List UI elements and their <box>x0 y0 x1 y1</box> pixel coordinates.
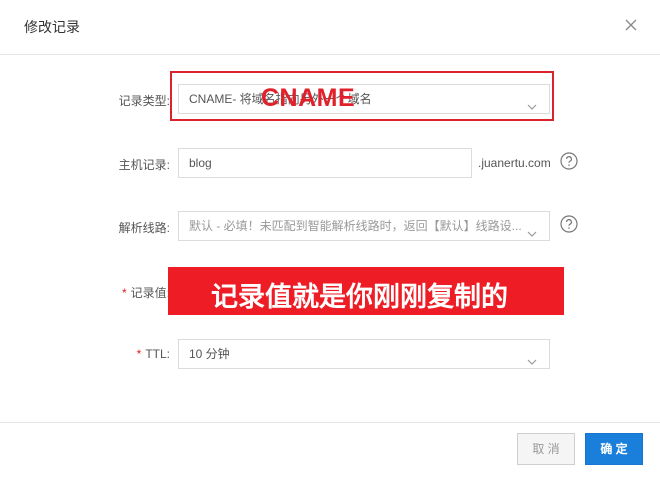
chevron-down-icon <box>527 349 537 365</box>
host-record-label: 主机记录: <box>118 158 170 172</box>
dialog-header: 修改记录 <box>0 0 660 55</box>
cancel-button[interactable]: 取 消 <box>517 433 575 465</box>
close-icon[interactable] <box>624 18 640 34</box>
domain-suffix: .juanertu.com <box>478 156 551 170</box>
question-circle-icon[interactable] <box>560 215 578 233</box>
host-record-input[interactable]: blog <box>178 148 472 178</box>
confirm-button[interactable]: 确 定 <box>585 433 643 465</box>
dialog-title: 修改记录 <box>24 19 80 35</box>
question-circle-icon[interactable] <box>560 152 578 170</box>
annotation-value-note: 记录值就是你刚刚复制的 <box>211 282 508 312</box>
record-type-label: 记录类型: <box>118 94 170 108</box>
record-value-label-text: 记录值: <box>130 286 170 300</box>
chevron-down-icon <box>527 221 537 237</box>
required-mark: * <box>136 347 142 361</box>
ttl-label-text: TTL: <box>145 347 170 361</box>
annotation-cname-label: CNAME <box>261 84 356 112</box>
annotation-highlight-box <box>170 71 554 121</box>
host-record-value: blog <box>189 156 212 170</box>
resolution-line-select[interactable]: 默认 - 必填！未匹配到智能解析线路时，返回【默认】线路设... <box>178 211 550 241</box>
ttl-value: 10 分钟 <box>189 347 230 361</box>
ttl-select[interactable]: 10 分钟 <box>178 339 550 369</box>
record-value-label: * 记录值: <box>30 284 170 301</box>
ttl-label: * TTL: <box>30 347 170 361</box>
required-mark: * <box>121 286 127 300</box>
edit-record-dialog: 修改记录 记录类型: CNAME- 将域名指向另外一个域名 主机记录: blog… <box>0 0 660 476</box>
resolution-line-label: 解析线路: <box>118 221 170 235</box>
resolution-line-value: 默认 - 必填！未匹配到智能解析线路时，返回【默认】线路设... <box>189 219 522 233</box>
